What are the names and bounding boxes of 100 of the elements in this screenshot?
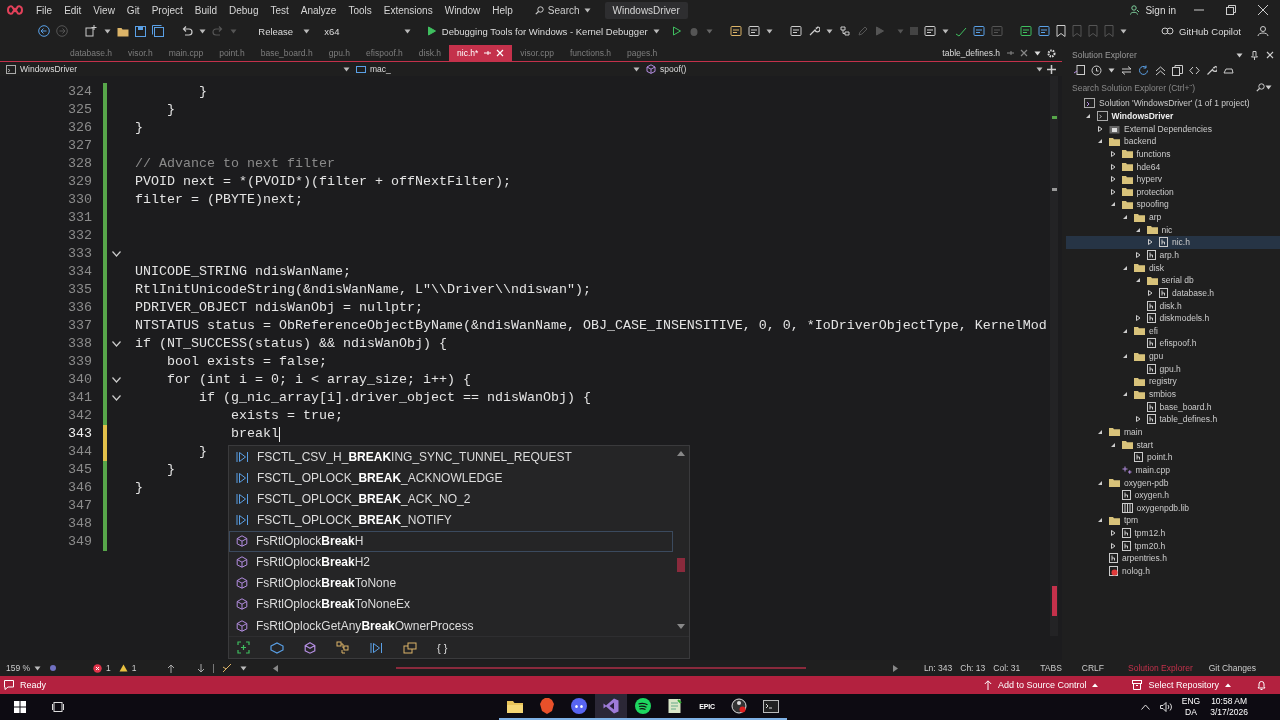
vertical-scrollbar[interactable] <box>1050 76 1058 636</box>
menu-item[interactable]: Tools <box>342 4 378 16</box>
menu-item[interactable]: Test <box>264 4 295 16</box>
completion-item[interactable]: FsRtlOplockBreakToNoneEx <box>229 593 673 615</box>
tree-item[interactable]: serial db <box>1066 273 1280 287</box>
menu-item[interactable]: File <box>30 4 59 16</box>
bookmark-icon[interactable] <box>1055 25 1066 37</box>
menu-item[interactable]: Analyze <box>294 4 343 16</box>
line-ending-indicator[interactable]: CRLF <box>1081 663 1104 673</box>
tree-item[interactable]: arp.h <box>1066 248 1280 262</box>
tree-item[interactable]: efispoof.h <box>1066 337 1280 350</box>
close-icon[interactable] <box>1266 51 1274 59</box>
completion-item[interactable]: FsRtlOplockBreakToNone <box>229 572 673 594</box>
undo-icon[interactable] <box>181 25 194 37</box>
flow-icon[interactable] <box>838 25 851 37</box>
tree-item[interactable]: oxygen.h <box>1066 488 1280 502</box>
document-tab[interactable]: visor.cpp <box>512 45 562 61</box>
horizontal-scrollbar[interactable] <box>395 667 806 669</box>
tree-item[interactable]: base_board.h <box>1066 400 1280 413</box>
language-indicator[interactable]: ENG DA <box>1181 696 1201 718</box>
tree-item[interactable]: spoofing <box>1066 198 1280 211</box>
play-icon[interactable] <box>426 26 437 36</box>
windows-start-icon[interactable] <box>14 701 26 713</box>
completion-item[interactable]: FsRtlOplockGetAnyBreakOwnerProcess <box>229 615 673 637</box>
tree-item[interactable]: disk.h <box>1066 299 1280 312</box>
tree-item[interactable]: oxygenpdb.lib <box>1066 501 1280 515</box>
pinned-tab[interactable]: table_defines.h <box>942 48 1000 58</box>
speaker-icon[interactable] <box>1159 702 1172 712</box>
snippet-filter[interactable]: { } <box>437 641 448 654</box>
configuration-dropdown[interactable]: Release <box>254 25 315 37</box>
document-tab[interactable]: visor.h <box>120 45 161 61</box>
menu-item[interactable]: Edit <box>58 4 88 16</box>
collapse-icon[interactable] <box>111 377 121 383</box>
taskbar-app[interactable] <box>595 694 627 720</box>
tree-item[interactable]: registry <box>1066 375 1280 388</box>
document-tab[interactable]: gpu.h <box>320 45 358 61</box>
new-item-icon[interactable] <box>85 25 99 37</box>
copilot-button[interactable]: GitHub Copilot <box>1155 24 1247 38</box>
tree-item[interactable]: tpm <box>1066 514 1280 527</box>
tree-item[interactable]: arp <box>1066 210 1280 224</box>
macro-filter-icon[interactable] <box>370 641 383 654</box>
back-arrow-icon[interactable] <box>38 25 50 37</box>
menu-item[interactable]: Debug <box>223 4 265 16</box>
snippet-filter-icon[interactable] <box>237 641 250 655</box>
refresh-icon[interactable] <box>1138 64 1149 76</box>
down-arrow-icon[interactable] <box>196 663 205 673</box>
document-tab[interactable]: pages.h <box>619 45 666 61</box>
restore-icon[interactable] <box>1226 5 1236 15</box>
tree-item[interactable]: backend <box>1066 134 1280 148</box>
tree-item[interactable]: disk <box>1066 261 1280 274</box>
scope-dropdown[interactable]: mac_ <box>350 64 640 74</box>
completion-item[interactable]: FsRtlOplockBreakH2 <box>229 551 673 573</box>
code-view-icon[interactable] <box>1189 64 1200 76</box>
tree-item[interactable]: Solution 'WindowsDriver' (1 of 1 project) <box>1066 97 1280 110</box>
structure-filter-icon[interactable] <box>336 641 350 655</box>
search-button[interactable]: Search <box>528 1 597 19</box>
scroll-up-icon[interactable] <box>677 450 685 456</box>
tree-item[interactable]: diskmodels.h <box>1066 311 1280 325</box>
project-dropdown[interactable]: WindowsDriver <box>0 64 350 74</box>
scroll-right-icon[interactable] <box>892 664 898 672</box>
warnings-indicator[interactable]: 1 <box>118 663 137 673</box>
collapsed-arrow-icon[interactable] <box>1095 123 1105 134</box>
history-icon[interactable] <box>1091 64 1102 76</box>
tree-item[interactable]: External Dependencies <box>1066 122 1280 135</box>
close-icon[interactable] <box>1258 5 1268 15</box>
repository-button[interactable]: Select Repository <box>1128 680 1235 690</box>
save-icon[interactable] <box>135 25 147 37</box>
completion-item[interactable]: FSCTL_OPLOCK_BREAK_ACK_NO_2 <box>229 488 673 510</box>
template-filter-icon[interactable] <box>403 641 417 654</box>
tree-item[interactable]: gpu.h <box>1066 362 1280 376</box>
menu-item[interactable]: Window <box>438 4 487 16</box>
menu-item[interactable]: Extensions <box>377 4 439 16</box>
document-tab[interactable]: database.h <box>62 45 121 61</box>
source-control-button[interactable]: Add to Source Control <box>979 680 1103 690</box>
tree-item[interactable]: point.h <box>1066 450 1280 464</box>
save-all-icon[interactable] <box>152 25 165 37</box>
menu-item[interactable]: Project <box>145 4 189 16</box>
scroll-down-icon[interactable] <box>677 624 685 630</box>
tree-item[interactable]: tpm20.h <box>1066 539 1280 553</box>
tree-item[interactable]: database.h <box>1066 286 1280 300</box>
open-folder-icon[interactable] <box>117 25 130 37</box>
tree-item[interactable]: table_defines.h <box>1066 413 1280 426</box>
pin-icon[interactable] <box>1251 50 1258 60</box>
document-tab[interactable]: point.h <box>211 45 253 61</box>
tree-item[interactable]: nolog.h <box>1066 564 1280 578</box>
up-arrow-icon[interactable] <box>166 663 175 673</box>
menu-item[interactable]: Help <box>486 4 519 16</box>
panel-tab[interactable]: Git Changes <box>1204 663 1260 673</box>
tree-item[interactable]: main <box>1066 425 1280 439</box>
notification-bell-icon[interactable] <box>1257 680 1266 690</box>
tree-item[interactable]: arpentries.h <box>1066 552 1280 565</box>
document-tab[interactable]: main.cpp <box>160 45 212 61</box>
chevron-up-icon[interactable] <box>1140 704 1150 710</box>
platform-dropdown[interactable]: x64 <box>320 25 415 37</box>
tree-item[interactable]: hyperv <box>1066 172 1280 186</box>
menu-item[interactable]: Git <box>120 4 146 16</box>
class-filter-icon[interactable] <box>270 641 284 654</box>
person-feedback-icon[interactable] <box>1256 25 1269 37</box>
tree-item[interactable]: oxygen-pdb <box>1066 476 1280 489</box>
method-filter-icon[interactable] <box>304 641 316 654</box>
